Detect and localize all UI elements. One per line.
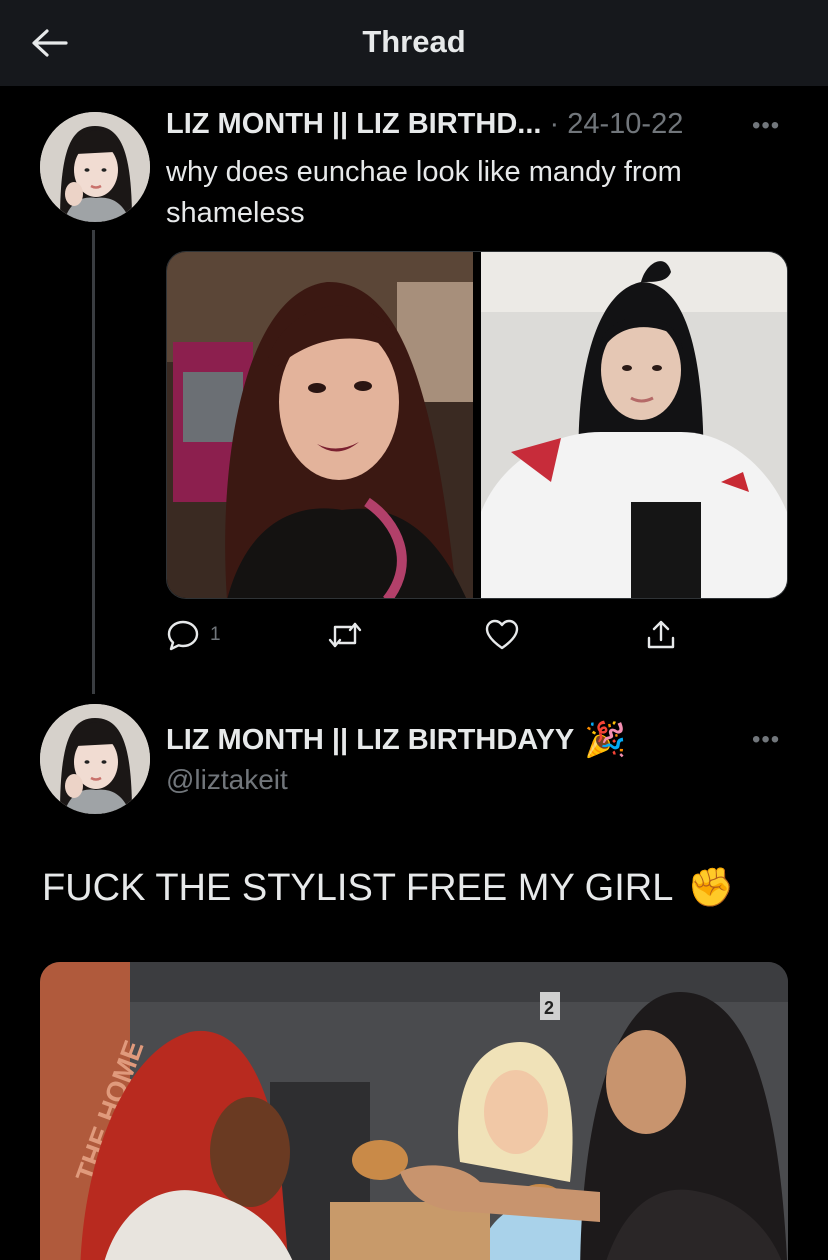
like-button[interactable] [484,618,520,652]
reply-button[interactable]: 1 [166,618,221,652]
tweet-header: LIZ MONTH || LIZ BIRTHD... · 24-10-22 [166,108,683,141]
author-handle[interactable]: @liztakeit [166,764,288,796]
thread-connector-line [92,230,95,694]
top-bar: Thread [0,0,828,86]
raised-fist-emoji: ✊ [687,867,735,909]
retweet-icon [328,622,362,648]
box-label: 2 [544,998,554,1018]
tweet-text: FUCK THE STYLIST FREE MY GIRL ✊ [42,866,735,910]
tweet-date[interactable]: 24-10-22 [567,108,683,140]
author-name[interactable]: LIZ MONTH || LIZ BIRTHDAYY [166,724,574,757]
tweet-media-grid [166,251,788,599]
tweet-header: LIZ MONTH || LIZ BIRTHDAYY 🎉 [166,720,627,760]
more-options-button[interactable]: ••• [752,726,780,754]
share-button[interactable] [644,618,678,652]
page-title: Thread [362,24,466,59]
retweet-button[interactable] [326,618,364,652]
party-popper-emoji: 🎉 [584,721,627,759]
more-options-button[interactable]: ••• [752,112,780,140]
tweet-text-body: FUCK THE STYLIST FREE MY GIRL [42,866,674,909]
tweet-actions: 1 [166,618,726,654]
share-icon [647,620,675,649]
tweet-media-image[interactable]: THE HOME 2 [40,962,788,1260]
tweet-image-left[interactable] [167,252,473,598]
reply-icon [167,620,199,651]
heart-icon [485,619,519,650]
tweet-image-right[interactable] [481,252,787,598]
reply-count: 1 [210,624,221,645]
tweet-text: why does eunchae look like mandy from sh… [166,156,682,229]
date-separator: · [549,108,560,140]
avatar[interactable] [40,704,150,814]
author-name[interactable]: LIZ MONTH || LIZ BIRTHD... [166,108,541,140]
avatar[interactable] [40,112,150,222]
